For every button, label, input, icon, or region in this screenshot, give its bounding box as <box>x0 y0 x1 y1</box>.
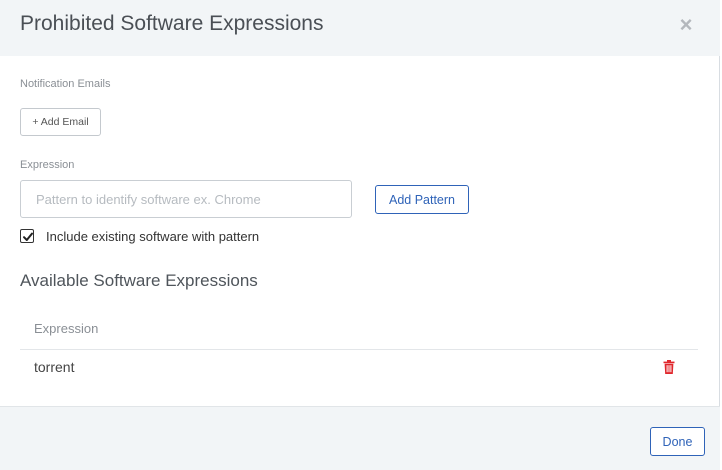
add-pattern-button[interactable]: Add Pattern <box>375 185 469 214</box>
checkmark-icon <box>23 232 33 241</box>
done-button[interactable]: Done <box>650 427 705 456</box>
close-button[interactable]: × <box>678 14 694 36</box>
close-icon: × <box>679 12 693 37</box>
table-header: Expression <box>20 311 698 350</box>
include-existing-checkbox[interactable] <box>20 229 34 243</box>
trash-icon <box>663 360 675 374</box>
modal-dialog: Prohibited Software Expressions × Notifi… <box>0 0 720 470</box>
delete-button[interactable] <box>663 360 677 374</box>
table-row: torrent <box>20 350 698 386</box>
available-expressions-title: Available Software Expressions <box>20 271 258 290</box>
add-email-button[interactable]: + Add Email <box>20 108 101 136</box>
modal-title: Prohibited Software Expressions <box>20 12 324 35</box>
column-header-expression: Expression <box>34 321 99 336</box>
notification-emails-label: Notification Emails <box>20 78 111 90</box>
pattern-input[interactable] <box>20 180 352 218</box>
expression-cell: torrent <box>34 359 75 375</box>
modal-footer: Done <box>0 406 720 470</box>
include-existing-row: Include existing software with pattern <box>20 228 259 244</box>
modal-header: Prohibited Software Expressions × <box>0 0 720 56</box>
include-existing-label: Include existing software with pattern <box>46 228 260 244</box>
expression-label: Expression <box>20 159 75 171</box>
